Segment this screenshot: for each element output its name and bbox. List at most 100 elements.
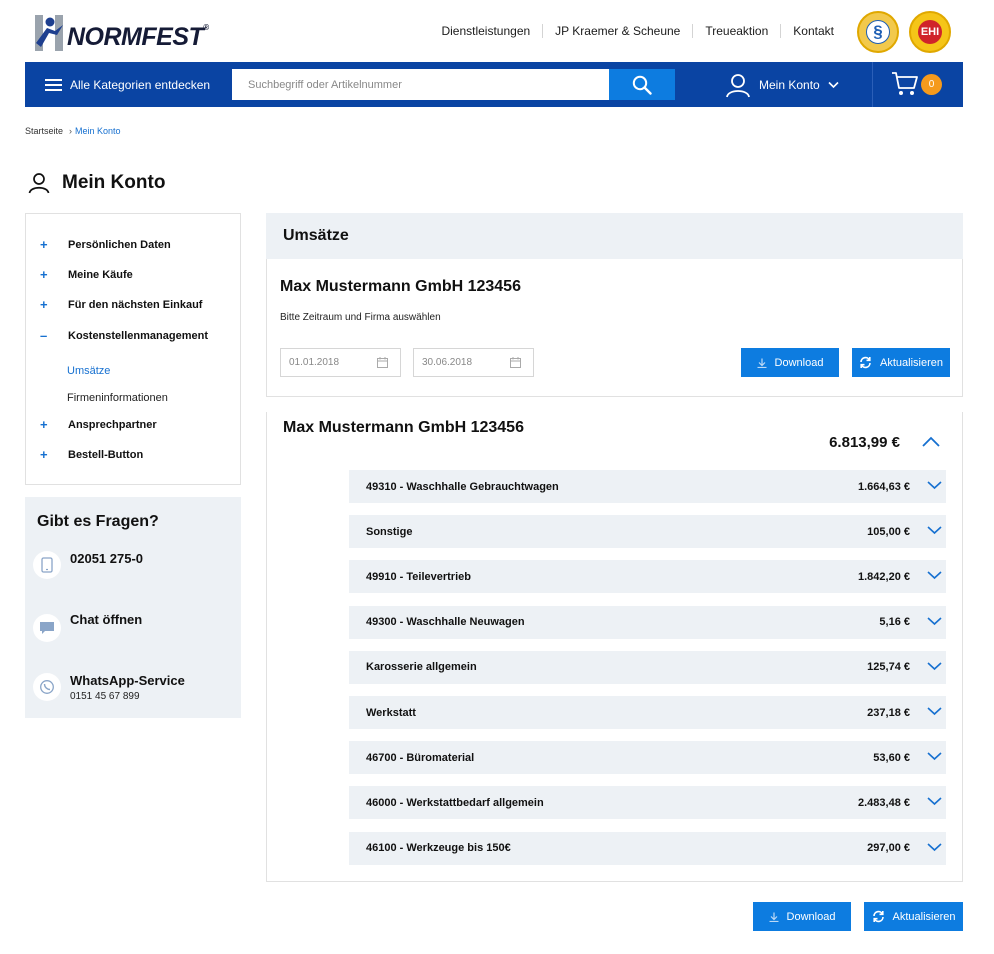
chevron-down-icon[interactable] [927,706,942,716]
help-title: Gibt es Fragen? [37,513,159,530]
expand-plus-icon: + [40,417,48,432]
footer-refresh-button[interactable]: Aktualisieren [864,902,963,931]
main-navbar: Alle Kategorien entdecken Mein Konto 0 [25,62,963,107]
filter-panel: Max Mustermann GmbH 123456 Bitte Zeitrau… [266,259,963,397]
sidebar-item-label: Meine Käufe [68,268,133,281]
expand-plus-icon: + [40,237,48,252]
chevron-down-icon[interactable] [927,796,942,806]
cost-center-amount: 53,60 € [873,751,910,764]
company-title: Max Mustermann GmbH 123456 [280,278,521,295]
refresh-label: Aktualisieren [880,356,943,369]
footer-download-label: Download [786,910,836,923]
footer-refresh-label: Aktualisieren [892,910,956,923]
table-row[interactable]: Sonstige 105,00 € [349,515,946,549]
date-from-input[interactable] [281,349,371,376]
search-input[interactable] [232,69,609,100]
chevron-down-icon[interactable] [927,661,942,671]
table-row[interactable]: 46100 - Werkzeuge bis 150€ 297,00 € [349,831,946,865]
table-row[interactable]: 49910 - Teilevertrieb 1.842,20 € [349,560,946,594]
sidebar-subitem-company-info[interactable]: Firmeninformationen [67,392,168,404]
download-icon [769,912,779,922]
cost-center-amount: 2.483,48 € [858,796,910,809]
trust-seal-ehi[interactable]: EHI [909,11,951,53]
account-menu-button[interactable]: Mein Konto [725,62,839,107]
sidebar-subitem-umsaetze[interactable]: Umsätze [67,365,110,377]
chat-label: Chat öffnen [70,612,143,627]
paragraph-seal-icon: § [866,20,890,44]
help-phone[interactable]: 02051 275-0 [33,551,143,579]
chevron-down-icon[interactable] [927,570,942,580]
sidebar-item-personal-data[interactable]: + Persönlichen Daten [40,237,171,252]
cost-center-amount: 1.664,63 € [858,480,910,493]
chevron-down-icon[interactable] [927,751,942,761]
sidebar-item-next-purchase[interactable]: + Für den nächsten Einkauf [40,297,202,312]
phone-icon [33,551,61,579]
download-label: Download [774,356,824,369]
breadcrumb-current[interactable]: Mein Konto [75,126,121,136]
chevron-down-icon[interactable] [927,480,942,490]
cost-center-name: 49310 - Waschhalle Gebrauchtwagen [366,480,559,493]
topnav-jp-kraemer[interactable]: JP Kraemer & Scheune [542,24,692,38]
footer-download-button[interactable]: Download [753,902,851,931]
date-to-input[interactable] [414,349,504,376]
cost-center-name: 46100 - Werkzeuge bis 150€ [366,842,511,855]
sidebar-item-contacts[interactable]: + Ansprechpartner [40,417,157,432]
whatsapp-number: 0151 45 67 899 [70,691,140,702]
all-categories-button[interactable]: Alle Kategorien entdecken [45,62,210,107]
breadcrumb-home[interactable]: Startseite [25,126,63,136]
table-row[interactable]: 49300 - Waschhalle Neuwagen 5,16 € [349,605,946,639]
all-categories-label: Alle Kategorien entdecken [70,77,211,92]
trust-seal-legal[interactable]: § [857,11,899,53]
account-sidebar: + Persönlichen Daten + Meine Käufe + Für… [25,213,241,485]
table-row[interactable]: 46700 - Büromaterial 53,60 € [349,741,946,775]
cost-center-name: Werkstatt [366,706,416,719]
cost-center-name: 49910 - Teilevertrieb [366,570,471,583]
table-row[interactable]: 46000 - Werkstattbedarf allgemein 2.483,4… [349,786,946,820]
help-chat[interactable]: Chat öffnen [33,612,142,642]
table-row[interactable]: Werkstatt 237,18 € [349,696,946,729]
search-icon [632,75,652,95]
refresh-button[interactable]: Aktualisieren [852,348,950,377]
cart-button[interactable]: 0 [891,71,945,99]
date-from-field[interactable] [280,348,401,377]
chat-bubble-icon [33,614,61,642]
whatsapp-title: WhatsApp-Service [70,673,185,688]
cost-center-name: 46700 - Büromaterial [366,751,475,764]
sidebar-item-cost-center[interactable]: – Kostenstellenmanagement [40,328,208,343]
help-whatsapp[interactable]: WhatsApp-Service 0151 45 67 899 [33,673,185,702]
chevron-down-icon[interactable] [927,842,942,852]
search-box [232,69,609,100]
page-title: Mein Konto [62,172,166,193]
logo-wordmark: NORMFEST® [67,23,209,51]
chevron-down-icon[interactable] [927,616,942,626]
sidebar-item-purchases[interactable]: + Meine Käufe [40,267,133,282]
cart-count-badge: 0 [921,74,942,95]
calendar-icon [377,357,388,368]
cost-center-result-panel: Max Mustermann GmbH 123456 6.813,99 € 49… [266,412,963,882]
top-navigation: Dienstleistungen JP Kraemer & Scheune Tr… [429,24,846,38]
cost-center-amount: 1.842,20 € [858,570,910,583]
logo-mark-icon [35,15,63,51]
cost-center-name: Sonstige [366,525,413,538]
calendar-icon [510,357,521,368]
search-button[interactable] [609,69,675,100]
sidebar-item-order-button[interactable]: + Bestell-Button [40,447,143,462]
hamburger-menu-icon [45,78,62,91]
filter-hint: Bitte Zeitraum und Firma auswählen [280,312,441,323]
refresh-icon [860,356,871,369]
normfest-logo[interactable]: NORMFEST® [33,13,209,55]
topnav-treueaktion[interactable]: Treueaktion [692,24,780,38]
cost-center-name: 49300 - Waschhalle Neuwagen [366,616,525,629]
download-icon [757,358,767,368]
table-row[interactable]: Karosserie allgemein 125,74 € [349,650,946,684]
table-row[interactable]: 49310 - Waschhalle Gebrauchtwagen 1.664,6… [349,470,946,503]
topnav-dienstleistungen[interactable]: Dienstleistungen [429,24,542,38]
chevron-down-icon[interactable] [927,525,942,535]
topnav-kontakt[interactable]: Kontakt [780,24,846,38]
expand-plus-icon: + [40,267,48,282]
date-to-field[interactable] [413,348,534,377]
chevron-up-icon[interactable] [922,436,940,447]
page-title-block: Mein Konto [28,172,165,194]
download-button[interactable]: Download [741,348,839,377]
whatsapp-icon [33,673,61,701]
